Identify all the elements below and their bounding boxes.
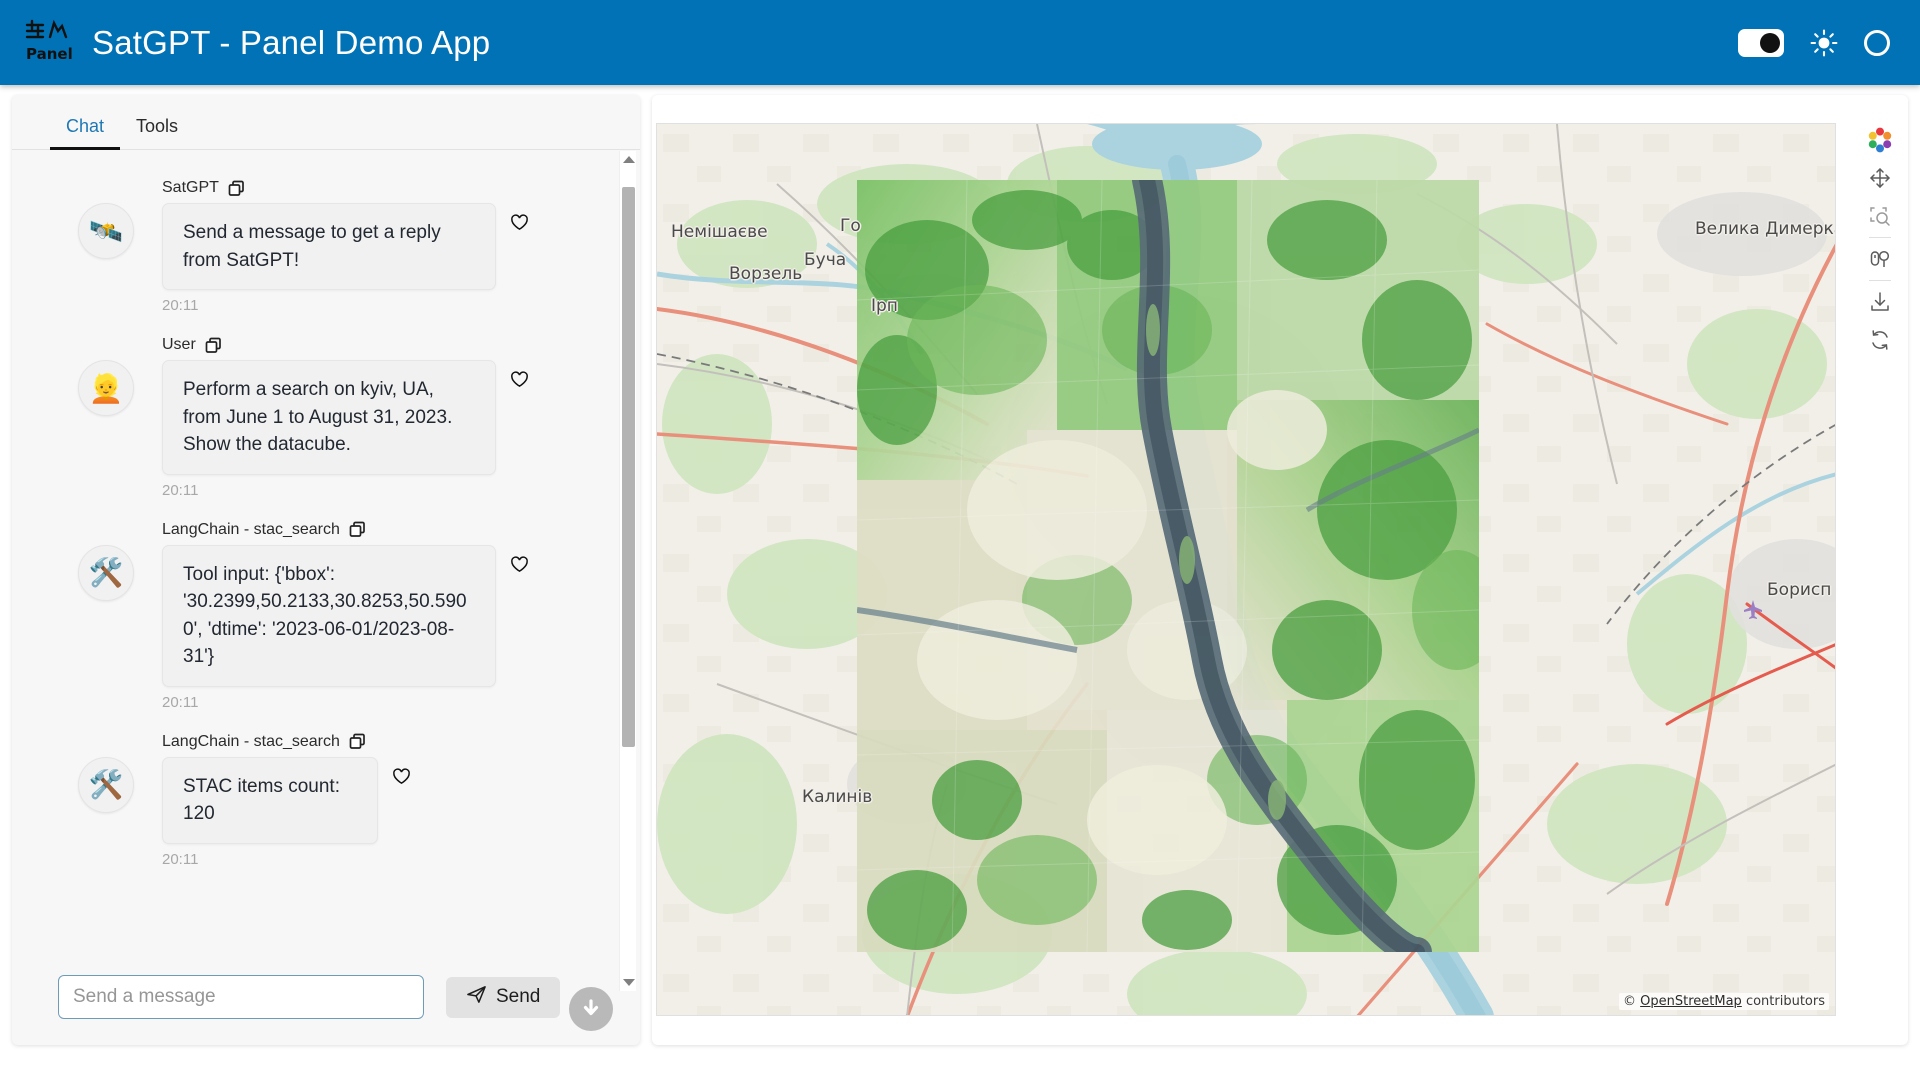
send-button-label: Send [496, 986, 541, 1007]
heart-icon[interactable] [392, 767, 411, 786]
tab-chat[interactable]: Chat [50, 116, 121, 150]
theme-toggle-knob [1760, 32, 1780, 53]
message-author: SatGPT [162, 179, 219, 196]
copy-icon[interactable] [349, 733, 366, 750]
chat-panel: Chat Tools SatGPT 🛰️ Send a message to g… [12, 95, 640, 1045]
map-panel: Немішаєве Ворзель Буча Го Ірп Велика Дим… [652, 95, 1908, 1045]
message-timestamp: 20:11 [162, 693, 199, 711]
plot-toolbar [1858, 121, 1902, 359]
chat-scroll-region[interactable]: SatGPT 🛰️ Send a message to get a reply … [12, 151, 640, 991]
save-tool-icon[interactable] [1858, 283, 1902, 321]
message-bubble: Perform a search on kyiv, UA, from June … [162, 360, 496, 475]
bokeh-logo-icon[interactable] [1858, 121, 1902, 159]
scrollbar-thumb[interactable] [622, 187, 635, 747]
avatar: 🛠️ [78, 544, 134, 601]
tab-tools[interactable]: Tools [120, 116, 194, 149]
main-content: Chat Tools SatGPT 🛰️ Send a message to g… [0, 85, 1920, 1080]
chat-message: LangChain - stac_search 🛠️ STAC items co… [12, 733, 624, 868]
pan-tool-icon[interactable] [1858, 159, 1902, 197]
openstreetmap-link[interactable]: OpenStreetMap [1640, 994, 1742, 1009]
copy-icon[interactable] [205, 337, 222, 354]
message-bubble: Send a message to get a reply from SatGP… [162, 203, 496, 291]
arrow-down-icon [583, 999, 599, 1016]
box-zoom-tool-icon[interactable] [1858, 197, 1902, 235]
message-row: 🛠️ STAC items count: 120 [12, 756, 624, 845]
header-tools [1738, 28, 1890, 57]
svg-text:Panel: Panel [26, 45, 73, 63]
wheel-zoom-tool-icon[interactable] [1858, 240, 1902, 278]
theme-toggle[interactable] [1738, 28, 1784, 57]
message-header: SatGPT [162, 179, 624, 197]
message-author: User [162, 336, 196, 354]
message-header: User [162, 336, 624, 354]
chat-message: SatGPT 🛰️ Send a message to get a reply … [12, 179, 624, 314]
message-bubble: STAC items count: 120 [162, 756, 378, 845]
paper-plane-icon [466, 984, 487, 1011]
chevron-up-icon [622, 156, 635, 163]
message-row: 🛠️ Tool input: {'bbox': '30.2399,50.2133… [12, 544, 624, 687]
copy-icon[interactable] [349, 521, 366, 538]
message-bubble: Tool input: {'bbox': '30.2399,50.2133,30… [162, 544, 496, 687]
chat-message-list: SatGPT 🛰️ Send a message to get a reply … [12, 151, 624, 890]
map-basemap [657, 124, 1835, 1015]
chat-scrollbar[interactable] [619, 151, 636, 991]
message-header: LangChain - stac_search [162, 521, 624, 539]
heart-icon[interactable] [510, 370, 529, 389]
message-header: LangChain - stac_search [162, 733, 624, 751]
avatar: 👱 [78, 360, 134, 417]
scrollbar-up-button[interactable] [620, 151, 637, 168]
panel-logo: Panel [22, 15, 78, 71]
heart-icon[interactable] [510, 555, 529, 574]
map-viewport[interactable]: Немішаєве Ворзель Буча Го Ірп Велика Дим… [656, 123, 1836, 1016]
scroll-to-bottom-button[interactable] [569, 987, 613, 1031]
toolbar-divider [1869, 280, 1891, 281]
message-timestamp: 20:11 [162, 851, 199, 869]
airport-icon [1742, 598, 1764, 625]
sun-icon[interactable] [1810, 29, 1838, 57]
chat-message: User 👱 Perform a search on kyiv, UA, fro… [12, 336, 624, 499]
message-row: 👱 Perform a search on kyiv, UA, from Jun… [12, 360, 624, 475]
reset-tool-icon[interactable] [1858, 321, 1902, 359]
copy-icon[interactable] [228, 180, 245, 197]
message-timestamp: 20:11 [162, 297, 199, 315]
message-author: LangChain - stac_search [162, 520, 340, 538]
message-composer: Send [12, 967, 640, 1027]
tab-bar: Chat Tools [12, 95, 640, 150]
message-row: 🛰️ Send a message to get a reply from Sa… [12, 203, 624, 291]
toolbar-divider [1869, 237, 1891, 238]
avatar: 🛠️ [78, 756, 134, 813]
page-title: SatGPT - Panel Demo App [92, 23, 491, 61]
attribution-suffix: contributors [1741, 994, 1825, 1009]
message-author: LangChain - stac_search [162, 732, 340, 750]
map-attribution: © OpenStreetMap contributors [1619, 993, 1829, 1010]
send-button[interactable]: Send [446, 976, 561, 1018]
app-header: Panel SatGPT - Panel Demo App [0, 0, 1920, 85]
loading-spinner-icon[interactable] [1864, 29, 1890, 56]
search-input[interactable] [58, 975, 424, 1019]
panel-logo-icon: Panel [25, 19, 73, 63]
message-timestamp: 20:11 [162, 481, 199, 499]
heart-icon[interactable] [510, 213, 529, 232]
avatar: 🛰️ [78, 203, 134, 259]
attribution-prefix: © [1623, 994, 1641, 1009]
chat-message: LangChain - stac_search 🛠️ Tool input: {… [12, 521, 624, 711]
